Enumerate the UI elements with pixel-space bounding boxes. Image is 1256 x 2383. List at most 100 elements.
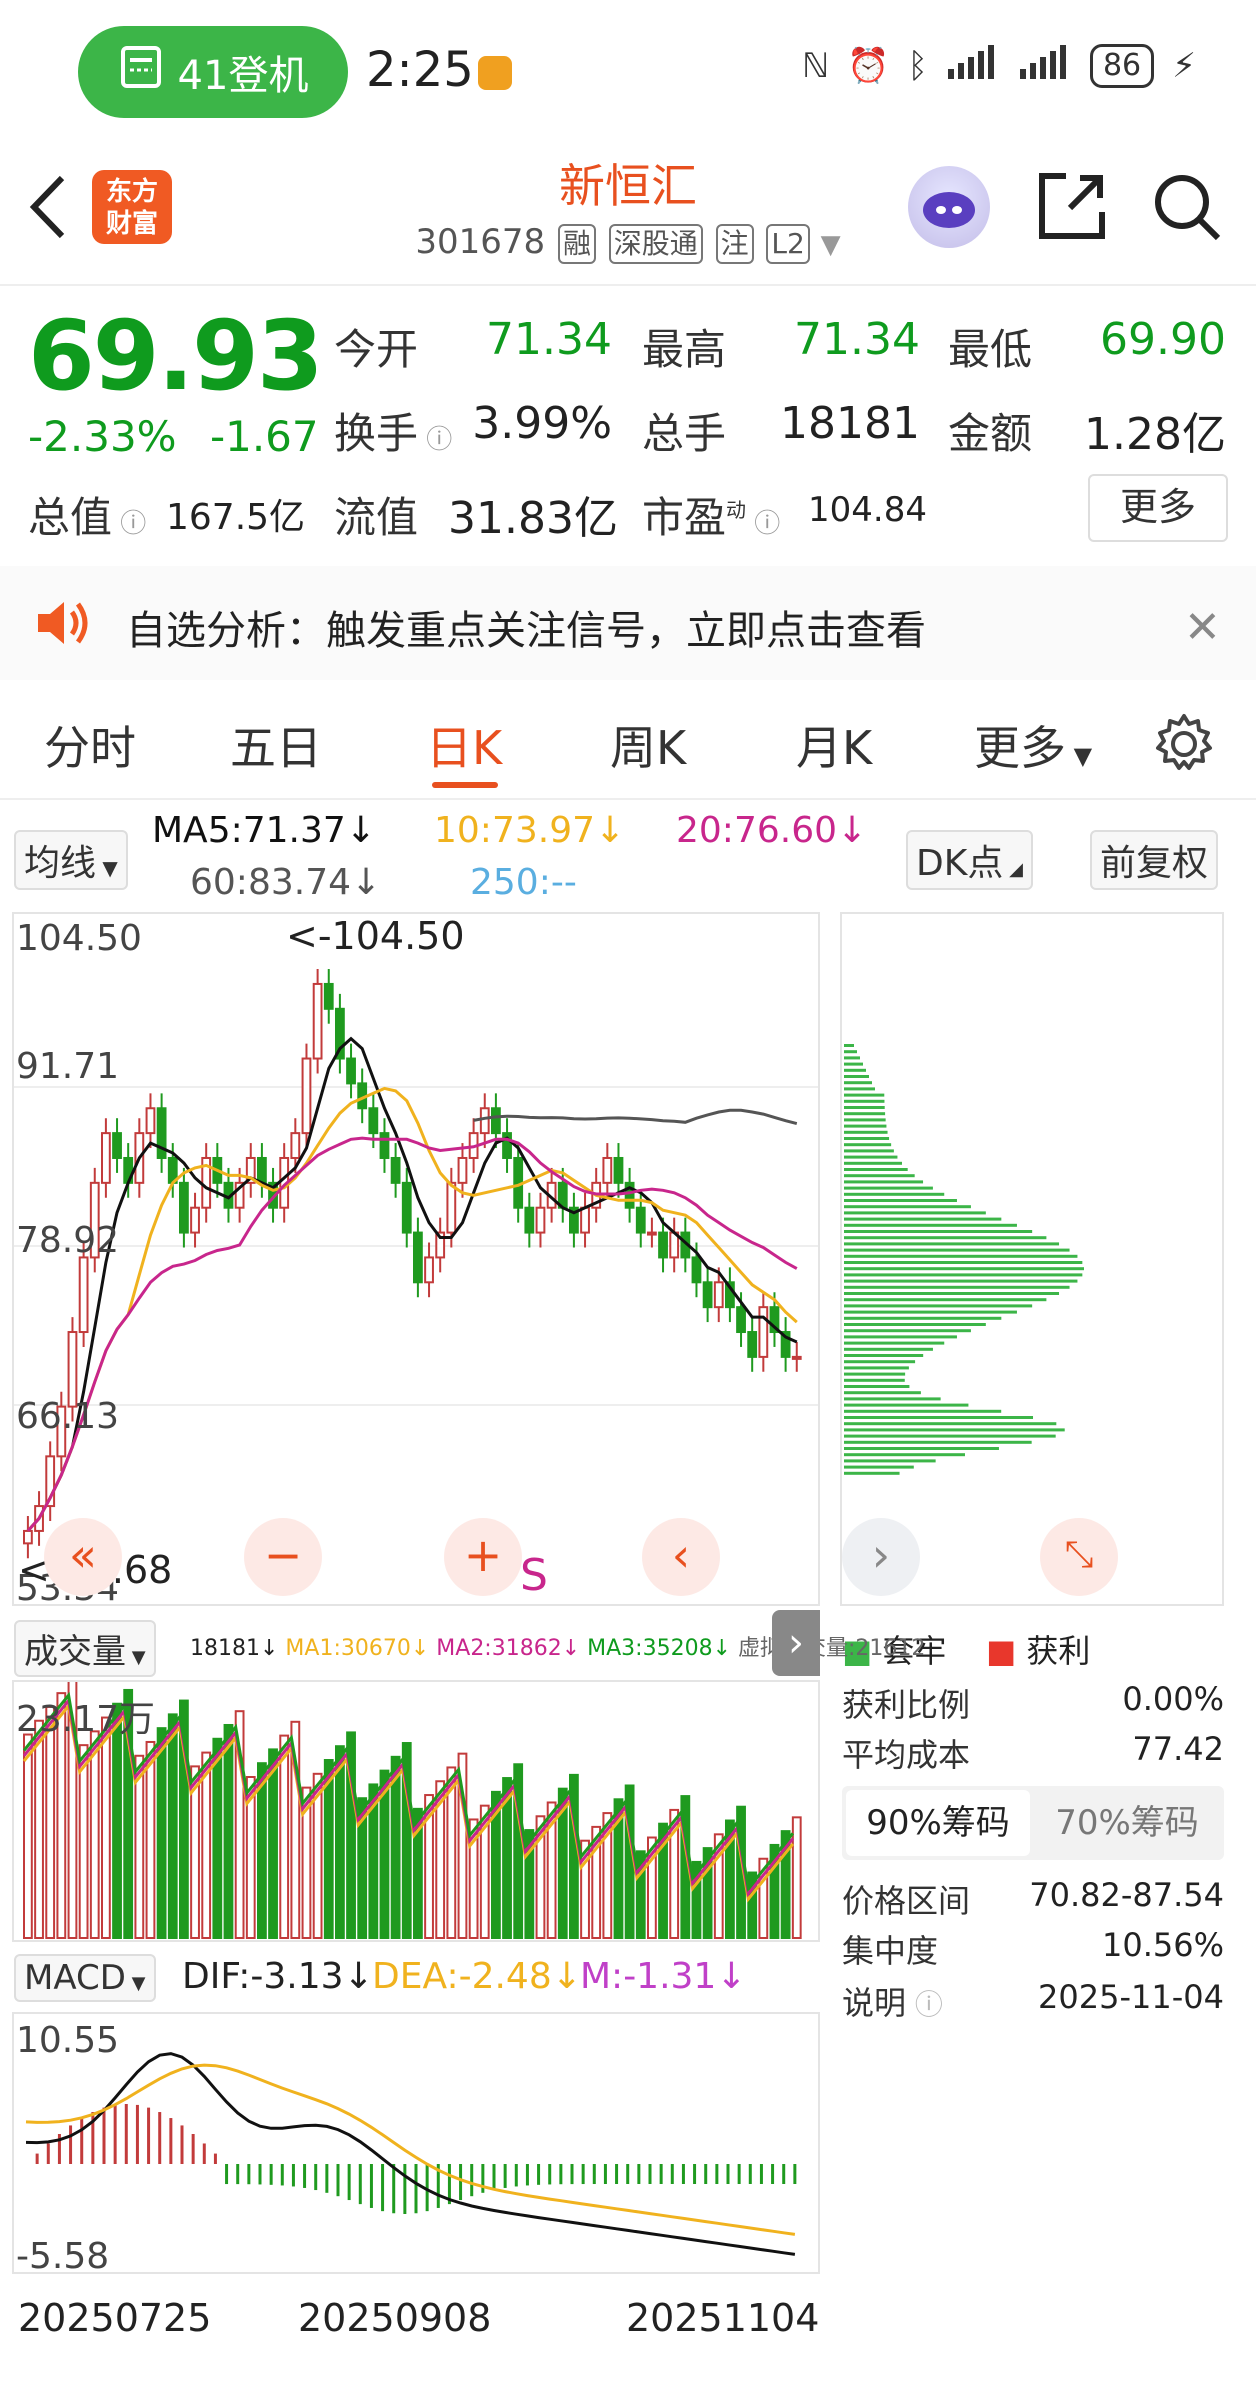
chip-date: 2025-11-04	[1038, 1978, 1224, 2016]
chip-bar	[844, 1428, 1065, 1432]
candle	[535, 1206, 546, 1234]
chip-bar	[844, 1434, 1056, 1438]
chip-bar	[844, 1081, 872, 1085]
tab-weekly-k[interactable]: 周K	[610, 712, 686, 778]
macd-indicator-selector[interactable]: MACD ▼	[14, 1954, 156, 2002]
settings-gear-icon[interactable]	[1152, 712, 1216, 780]
candle	[747, 1331, 758, 1358]
expand-panel-button[interactable]: ›	[772, 1610, 820, 1676]
chip-bar	[844, 1161, 902, 1165]
note-label[interactable]: 说明 ⓘ	[842, 1978, 943, 2024]
chip-bar	[844, 1254, 1078, 1258]
kline-chart-panel[interactable]	[12, 912, 820, 1606]
tab-monthly-k[interactable]: 月K	[796, 712, 872, 778]
volume-bar	[23, 1733, 33, 1939]
concentration-label: 集中度	[842, 1932, 939, 1970]
stock-code: 301678	[415, 222, 546, 262]
ma10-value: 10:73.97↓	[434, 810, 626, 851]
scroll-left-button[interactable]: «	[44, 1518, 122, 1596]
candle	[479, 1107, 490, 1135]
chip-bar	[844, 1248, 1070, 1252]
candle	[368, 1107, 379, 1135]
dk-point-toggle[interactable]: DK点 ◢	[906, 830, 1033, 890]
more-quote-button[interactable]: 更多	[1088, 474, 1228, 542]
close-icon[interactable]: ✕	[1184, 602, 1221, 653]
tab-chip-70[interactable]: 70%筹码	[1034, 1790, 1220, 1856]
chip-bar	[844, 1447, 999, 1450]
candle	[112, 1132, 122, 1159]
high-value: 71.34	[794, 314, 920, 365]
low-value: 69.90	[1100, 314, 1226, 365]
fullscreen-icon[interactable]: ⤡	[1040, 1518, 1118, 1596]
expand-right-button[interactable]: ›	[842, 1518, 920, 1596]
candle	[323, 982, 334, 1010]
divider	[0, 798, 1256, 800]
search-icon[interactable]	[1150, 170, 1222, 246]
volume-bar	[791, 1816, 802, 1939]
candle	[413, 1231, 423, 1284]
dea-line	[25, 2063, 796, 2236]
chip-bar	[844, 1168, 908, 1171]
chip-bar	[844, 1044, 854, 1047]
share-icon[interactable]	[1036, 170, 1108, 246]
amount-value: 1.28亿	[1084, 409, 1226, 460]
chip-bars-svg	[844, 1044, 1084, 1475]
speaker-icon	[34, 596, 90, 654]
volume-bar	[268, 1748, 278, 1940]
chip-bar	[844, 1056, 860, 1060]
candle	[312, 982, 323, 1060]
price-range-label: 价格区间	[842, 1882, 971, 1920]
chip-distribution-panel[interactable]	[840, 912, 1224, 1606]
chip-bar	[844, 1279, 1078, 1283]
adjust-mode-button[interactable]: 前复权	[1090, 830, 1219, 890]
candle	[524, 1206, 535, 1234]
legend-profit: ■ 获利	[986, 1632, 1091, 1670]
y-tick-top: 104.50	[16, 918, 142, 959]
volume-bar	[212, 1737, 223, 1939]
price-range-value: 70.82-87.54	[1029, 1876, 1224, 1914]
step-left-button[interactable]: ‹	[642, 1518, 720, 1596]
volume-label: 总手	[642, 409, 727, 458]
assistant-avatar-icon[interactable]	[908, 166, 990, 248]
dropdown-triangle-icon: ▼	[820, 230, 841, 260]
tab-intraday[interactable]: 分时	[44, 712, 136, 778]
candle	[390, 1156, 401, 1184]
ma20-value: 20:76.60↓	[676, 810, 868, 851]
chip-bar	[844, 1453, 965, 1457]
concentration-value: 10.56%	[1101, 1926, 1224, 1964]
chip-bar	[844, 1068, 866, 1072]
candle	[78, 1256, 89, 1334]
candle	[290, 1132, 301, 1159]
tab-more[interactable]: 更多 ▼	[974, 712, 1092, 778]
tab-five-day[interactable]: 五日	[230, 712, 322, 778]
status-time: 2:25	[366, 42, 474, 98]
tab-daily-k[interactable]: 日K	[426, 712, 502, 778]
chip-bar	[844, 1124, 887, 1128]
chip-bar	[844, 1236, 1047, 1240]
candle	[190, 1206, 200, 1234]
tab-chip-90[interactable]: 90%筹码	[846, 1790, 1030, 1856]
zoom-out-button[interactable]: −	[244, 1518, 322, 1596]
macd-bottom-label: -5.58	[16, 2236, 110, 2277]
chip-bar	[844, 1471, 900, 1475]
chip-bar	[844, 1409, 1002, 1413]
chip-bar	[844, 1329, 971, 1333]
volume-indicator-selector[interactable]: 成交量 ▼	[14, 1620, 156, 1677]
chip-bar	[844, 1378, 905, 1382]
indicator-selector[interactable]: 均线 ▼	[14, 830, 128, 890]
candle	[791, 1355, 802, 1360]
chip-bar	[844, 1459, 936, 1463]
chip-bar	[844, 1391, 921, 1395]
y-tick-2: 91.71	[16, 1046, 120, 1087]
chip-bar	[844, 1261, 1083, 1264]
chip-bar	[844, 1062, 863, 1066]
macd-chart-panel[interactable]	[12, 2012, 820, 2274]
open-label: 今开	[334, 325, 419, 374]
chip-bar	[844, 1323, 986, 1326]
chip-bar	[844, 1143, 892, 1147]
chip-bar	[844, 1230, 1033, 1233]
flight-status-pill[interactable]: 41登机	[78, 26, 348, 118]
chip-bar	[844, 1118, 886, 1122]
chip-bar	[844, 1397, 941, 1401]
zoom-in-button[interactable]: +	[444, 1518, 522, 1596]
